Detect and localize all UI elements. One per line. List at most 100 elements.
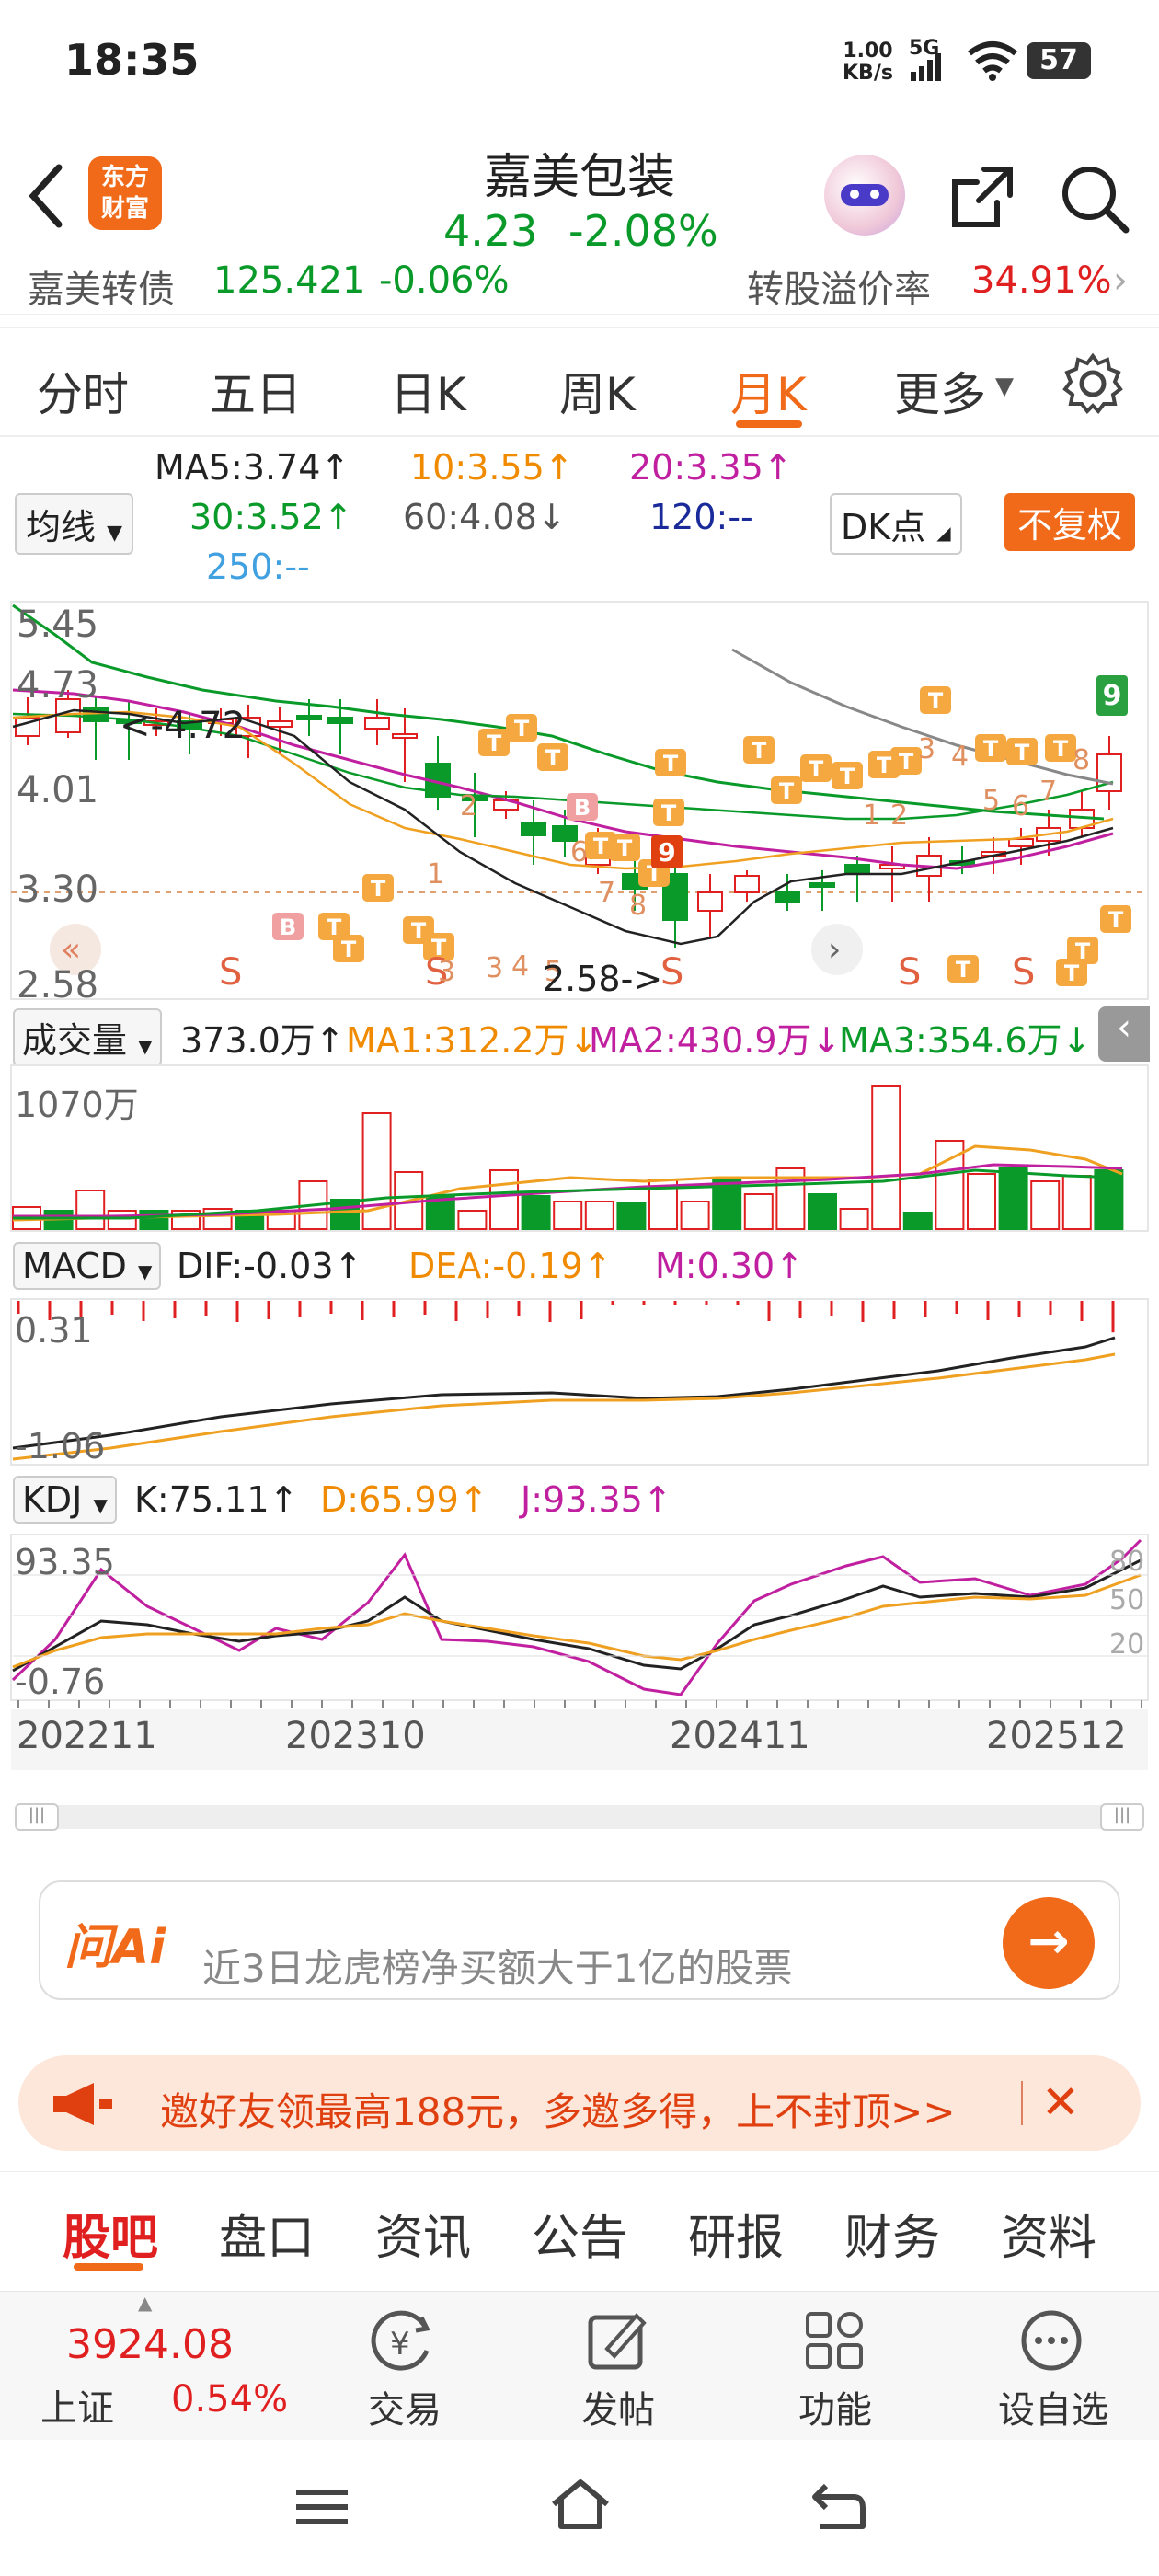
trade-label[interactable]: 交易 [350,2380,460,2433]
menu-icon[interactable] [296,2486,348,2528]
home-icon[interactable] [548,2477,613,2532]
tab-yanbao[interactable]: 研报 [688,2199,784,2268]
ai-robot-icon[interactable] [824,155,905,236]
kline-chart[interactable]: TTT T T TT T T T TT T TT T TTTT TTTT T TT B B SSS… [0,598,1159,1003]
search-icon[interactable] [1058,162,1131,236]
macd-dif: DIF:-0.03↑ [177,1246,363,1286]
svg-text:T: T [779,778,795,804]
candle-body [296,715,322,720]
tab-pankou[interactable]: 盘口 [219,2199,315,2268]
volume-bar [967,1173,996,1230]
candle-body [521,822,546,836]
svg-text:T: T [899,749,914,775]
tab-yuek[interactable]: 月K [730,358,807,424]
volume-bar [1061,1175,1092,1230]
candle-body [844,864,870,875]
candle-body [697,891,723,912]
svg-text:4: 4 [511,950,529,983]
settings-gear-icon[interactable] [1061,352,1124,415]
kdj-d: D:65.99↑ [320,1479,488,1520]
tab-guba[interactable]: 股吧 [63,2199,158,2268]
svg-text:7: 7 [598,877,615,909]
grid-apps-icon[interactable] [802,2308,866,2373]
svg-text:T: T [1075,938,1091,964]
volume-bar [521,1195,551,1230]
tab-zhouk[interactable]: 周K [559,358,636,424]
tab-fenshi[interactable]: 分时 [37,358,129,424]
net-speed: 1.00 KB/s [843,40,893,85]
svg-text:T: T [809,756,824,782]
tab-zixun[interactable]: 资讯 [375,2199,471,2268]
add-watchlist-label[interactable]: 设自选 [984,2380,1122,2433]
kdj-axis-top: 93.35 [15,1542,115,1582]
volume-bar [584,1201,614,1230]
tab-caiwu[interactable]: 财务 [844,2199,940,2268]
range-scrollbar[interactable]: ||| ||| [15,1803,1144,1831]
ai-query-text[interactable]: 近3日龙虎榜净买额大于1亿的股票 [202,1938,792,1994]
convertible-bond-bar[interactable]: 嘉美转债 125.421 -0.06% 转股溢价率 34.91% › [0,259,1159,315]
tab-gonggao[interactable]: 公告 [532,2199,627,2268]
more-dots-icon[interactable] [1019,2308,1084,2373]
svg-text:T: T [514,716,530,742]
macd-legend: MACD ▼ DIF:-0.03↑ DEA:-0.19↑ M:0.30↑ [0,1242,1159,1294]
svg-text:4: 4 [951,741,969,773]
wifi-icon [968,41,1017,81]
ma10-value: 10:3.55↑ [410,447,574,488]
volume-axis-label: 1070万 [15,1085,139,1125]
svg-text:1: 1 [427,858,444,891]
svg-text:T: T [545,745,561,771]
tab-rik[interactable]: 日K [390,358,466,424]
active-tab-indicator [736,420,802,428]
no-adjust-button[interactable]: 不复权 [1004,493,1136,551]
dk-point-button[interactable]: DK点 ◢ [830,493,962,555]
kdj-selector[interactable]: KDJ ▼ [13,1476,117,1524]
collapse-panel-icon[interactable]: ‹ [1098,1006,1150,1062]
system-nav-bar [0,2440,1159,2576]
candle-body [364,717,390,730]
volume-selector[interactable]: 成交量 ▼ [13,1008,162,1066]
svg-text:T: T [983,736,999,762]
compose-icon[interactable] [585,2308,649,2373]
megaphone-icon [53,2083,112,2125]
tab-more[interactable]: 更多 [894,358,986,424]
bottom-dock: ▲ 3924.08 上证 0.54% ¥ 交易 发帖 功能 设自选 [0,2291,1159,2440]
x-axis-label: 202411 [670,1715,810,1757]
range-right-handle[interactable]: ||| [1100,1803,1144,1831]
volume-bar [1094,1169,1124,1230]
volume-chart [10,1064,1149,1232]
stock-header: 东方 财富 嘉美包装 4.23 -2.08% [0,129,1159,267]
ma-selector[interactable]: 均线 ▼ [15,493,134,555]
candle-body [267,720,293,728]
kdj-k: K:75.11↑ [134,1479,299,1520]
tab-wuri[interactable]: 五日 [210,358,302,424]
volume-bar [616,1202,647,1230]
premium-value: 34.91% [971,259,1112,302]
index-value[interactable]: 3924.08 [66,2321,234,2368]
macd-axis-top: 0.31 [15,1310,93,1351]
x-axis-label: 202211 [17,1715,157,1757]
svg-text:2: 2 [460,790,477,822]
promo-text[interactable]: 邀好友领最高188元，多邀多得，上不封顶>> [160,2081,956,2137]
arrow-right-icon[interactable]: → [1003,1897,1095,1989]
trade-yen-icon[interactable]: ¥ [370,2308,438,2373]
svg-text:5: 5 [982,785,1000,817]
svg-text:3: 3 [438,956,455,988]
candle-body [327,717,353,724]
macd-chart [10,1298,1149,1466]
kdj-level-20: 20 [1109,1628,1145,1661]
range-left-handle[interactable]: ||| [15,1803,59,1831]
kdj-legend: KDJ ▼ K:75.11↑ D:65.99↑ J:93.35↑ [0,1476,1159,1527]
post-label[interactable]: 发帖 [563,2380,673,2433]
function-label[interactable]: 功能 [780,2380,890,2433]
svg-text:T: T [956,957,971,983]
tab-ziliao[interactable]: 资料 [1001,2199,1096,2268]
share-icon[interactable] [947,162,1017,232]
promo-banner[interactable]: 邀好友领最高188元，多邀多得，上不封顶>> ✕ [18,2055,1141,2151]
ma30-value: 30:3.52↑ [189,497,353,537]
ai-search-box[interactable]: 问Ai 近3日龙虎榜净买额大于1亿的股票 → [39,1880,1120,2000]
close-icon[interactable]: ✕ [1041,2076,1080,2129]
macd-selector[interactable]: MACD ▼ [13,1242,162,1290]
back-nav-icon[interactable] [809,2480,866,2532]
volume-bar [107,1210,137,1230]
volume-bar [75,1190,106,1230]
